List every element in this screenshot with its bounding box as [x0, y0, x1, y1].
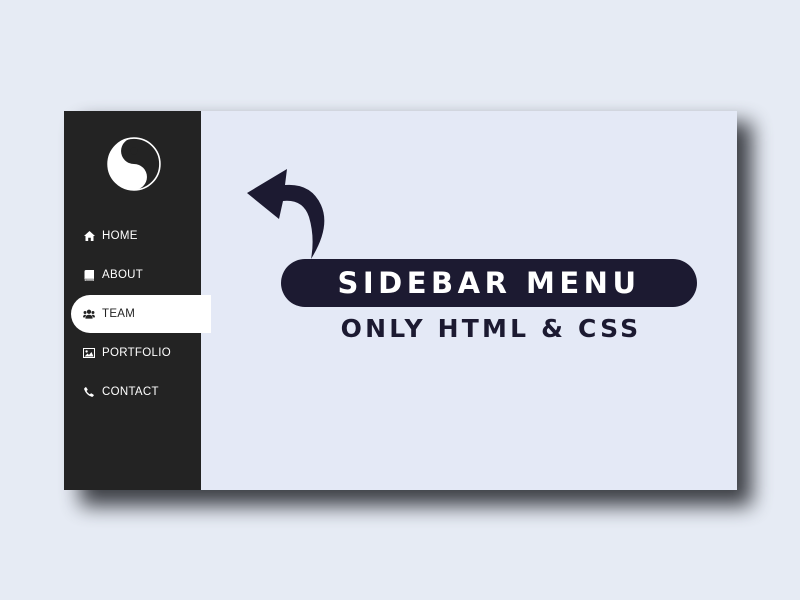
- sidebar: HOME ABOUT TEAM PORTFOLIO CONTACT: [64, 111, 211, 490]
- users-icon: [83, 308, 95, 320]
- yin-yang-icon[interactable]: [107, 137, 161, 191]
- main-content: SIDEBAR MENU ONLY HTML & CSS: [201, 111, 737, 490]
- sidebar-item-label: CONTACT: [102, 386, 159, 398]
- page-subtitle: ONLY HTML & CSS: [340, 314, 642, 343]
- sidebar-item-label: TEAM: [102, 308, 136, 320]
- page-title: SIDEBAR MENU: [337, 266, 641, 300]
- phone-icon: [83, 386, 95, 398]
- image-icon: [83, 347, 95, 359]
- app-window: HOME ABOUT TEAM PORTFOLIO CONTACT SIDEBA…: [64, 111, 737, 490]
- sidebar-item-contact[interactable]: CONTACT: [64, 373, 201, 411]
- sidebar-item-label: ABOUT: [102, 269, 144, 281]
- sidebar-item-home[interactable]: HOME: [64, 217, 201, 255]
- curved-arrow-icon: [247, 169, 325, 259]
- sidebar-item-team[interactable]: TEAM: [71, 295, 211, 333]
- sidebar-item-portfolio[interactable]: PORTFOLIO: [64, 334, 201, 372]
- book-icon: [83, 269, 95, 281]
- sidebar-item-label: PORTFOLIO: [102, 347, 171, 359]
- title-banner: SIDEBAR MENU: [281, 259, 697, 307]
- home-icon: [83, 230, 95, 242]
- sidebar-item-label: HOME: [102, 230, 138, 242]
- sidebar-item-about[interactable]: ABOUT: [64, 256, 201, 294]
